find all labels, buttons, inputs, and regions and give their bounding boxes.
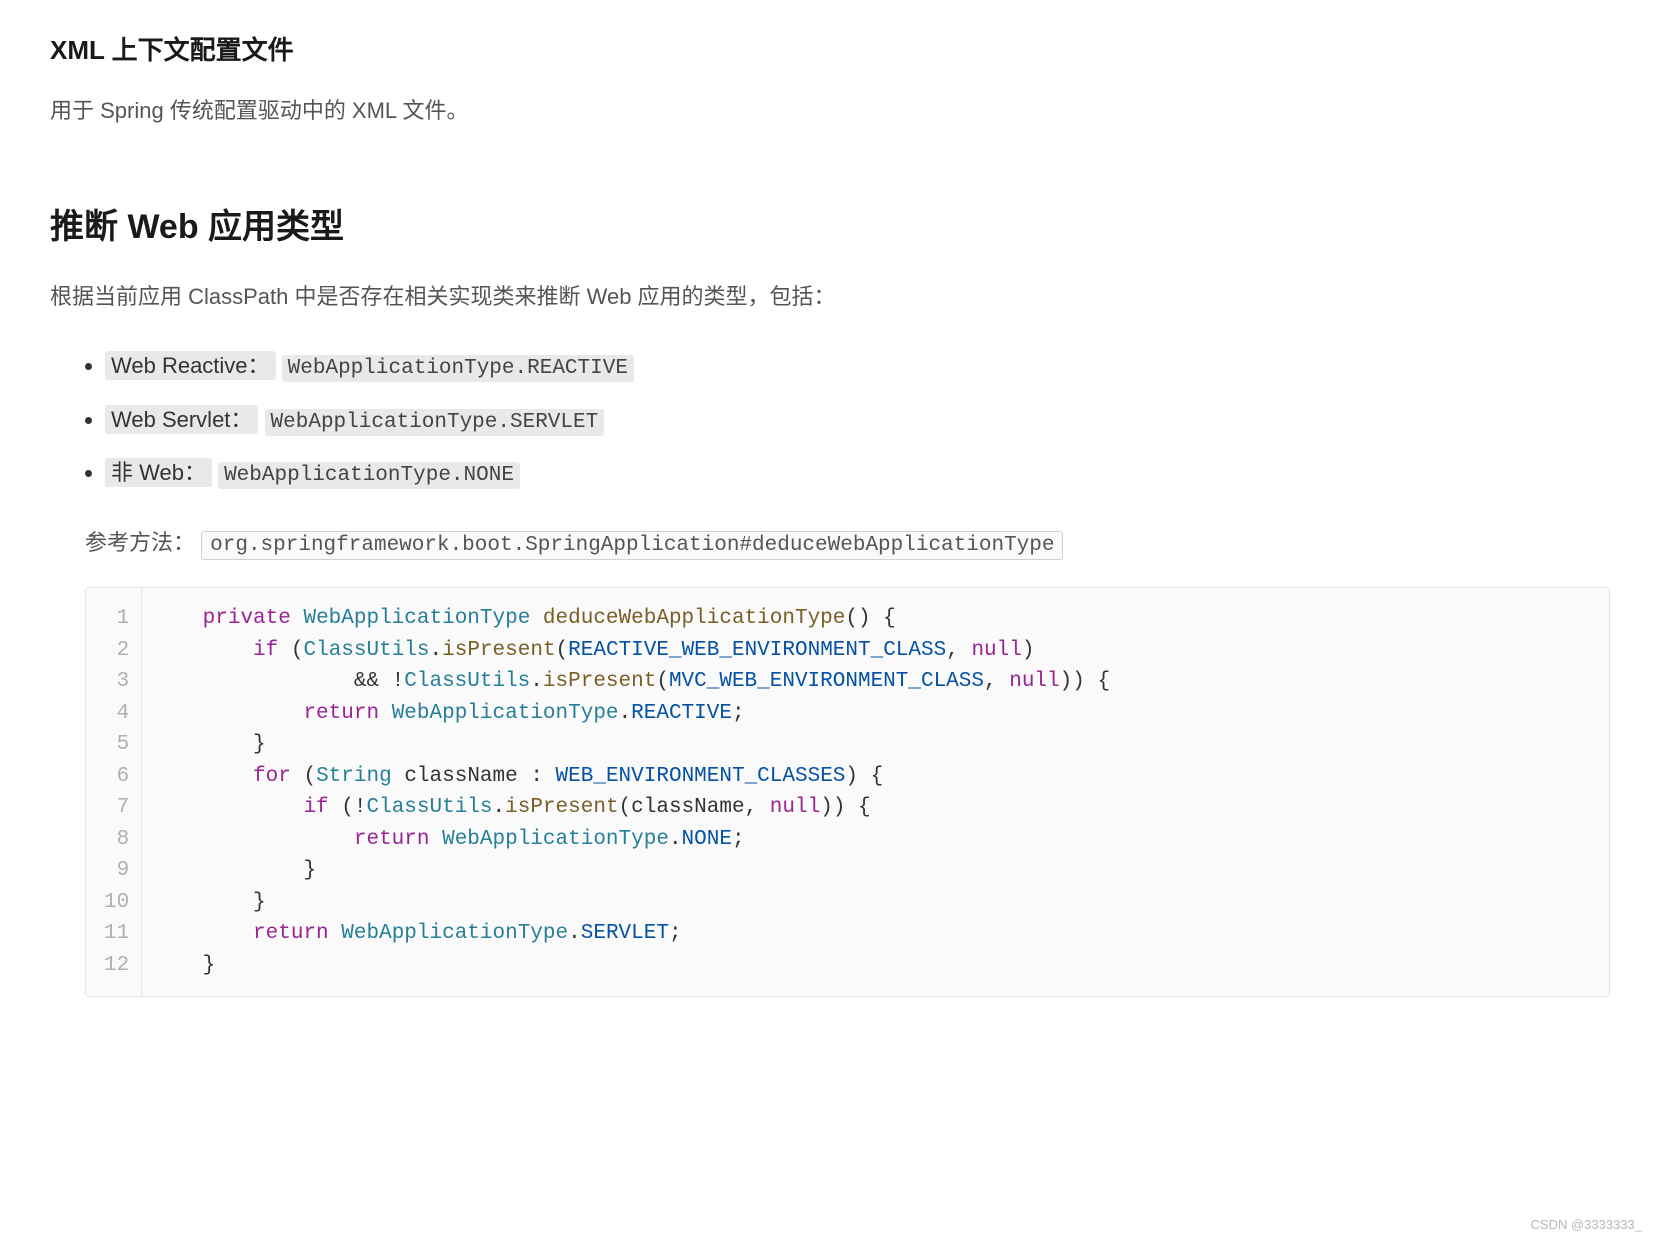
line-number: 12 [104, 950, 129, 982]
item-label: Web Servlet： [105, 405, 258, 434]
xml-config-desc: 用于 Spring 传统配置驱动中的 XML 文件。 [50, 92, 1610, 129]
web-type-list: Web Reactive： WebApplicationType.REACTIV… [50, 346, 1610, 495]
line-number: 5 [104, 729, 129, 761]
code-block: 1 2 3 4 5 6 7 8 9 10 11 12 private WebAp… [85, 587, 1610, 997]
code-body: private WebApplicationType deduceWebAppl… [142, 588, 1130, 996]
infer-web-type-heading: 推断 Web 应用类型 [50, 199, 1610, 248]
reference-label: 参考方法： [85, 530, 195, 555]
line-number: 8 [104, 824, 129, 856]
line-number: 7 [104, 792, 129, 824]
line-number-gutter: 1 2 3 4 5 6 7 8 9 10 11 12 [86, 588, 142, 996]
line-number: 11 [104, 918, 129, 950]
line-number: 2 [104, 635, 129, 667]
line-number: 4 [104, 698, 129, 730]
line-number: 3 [104, 666, 129, 698]
watermark: CSDN @3333333_ [1531, 1217, 1642, 1232]
infer-web-type-desc: 根据当前应用 ClassPath 中是否存在相关实现类来推断 Web 应用的类型… [50, 278, 1610, 315]
list-item: Web Servlet： WebApplicationType.SERVLET [105, 400, 1610, 442]
list-item: Web Reactive： WebApplicationType.REACTIV… [105, 346, 1610, 388]
line-number: 1 [104, 603, 129, 635]
line-number: 10 [104, 887, 129, 919]
item-code: WebApplicationType.REACTIVE [282, 355, 634, 382]
list-item: 非 Web： WebApplicationType.NONE [105, 453, 1610, 495]
item-label: 非 Web： [105, 458, 212, 487]
xml-config-heading: XML 上下文配置文件 [50, 30, 1610, 67]
reference-method: 参考方法： org.springframework.boot.SpringApp… [85, 525, 1610, 557]
item-code: WebApplicationType.NONE [218, 462, 520, 489]
line-number: 6 [104, 761, 129, 793]
item-code: WebApplicationType.SERVLET [265, 409, 605, 436]
line-number: 9 [104, 855, 129, 887]
reference-value: org.springframework.boot.SpringApplicati… [201, 531, 1063, 560]
item-label: Web Reactive： [105, 351, 276, 380]
